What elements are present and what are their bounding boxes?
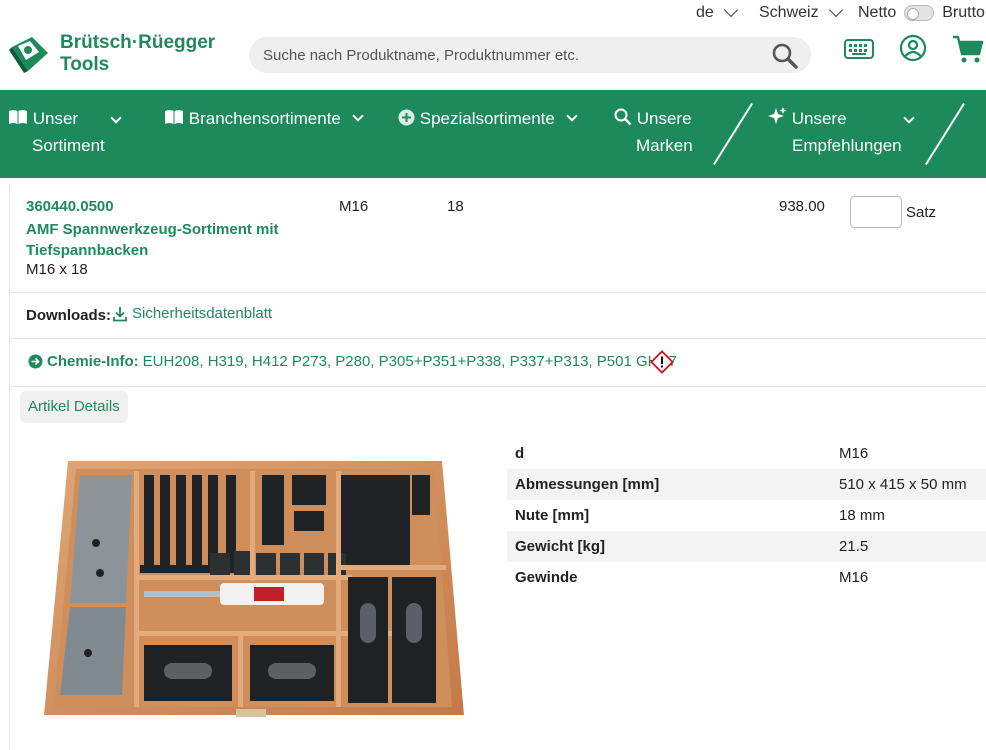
utility-bar: de Schweiz Netto Brutto <box>0 0 986 28</box>
unit-label: Satz <box>906 204 937 221</box>
spec-value: M16 <box>839 569 869 586</box>
main-navigation: Unser Sortiment Branchensortimente Spezi… <box>0 90 986 178</box>
nav-item-unsere-marken[interactable]: Unsere Marken <box>614 105 693 159</box>
spec-key: Gewinde <box>515 569 578 586</box>
toggle-switch[interactable] <box>904 5 935 21</box>
plus-circle-icon <box>398 109 415 126</box>
nav-label: Unsere <box>791 109 847 128</box>
chevron-down-icon <box>351 110 364 122</box>
nav-label: Marken <box>636 136 693 155</box>
spec-value: 18 mm <box>839 507 885 524</box>
nav-label: Empfehlungen <box>792 136 902 155</box>
nav-label: Branchensortimente <box>188 109 341 128</box>
arrow-right-circle-icon <box>28 354 43 369</box>
spec-row: Gewinde M16 <box>507 562 986 593</box>
nav-item-unser-sortiment[interactable]: Unser Sortiment <box>8 105 105 159</box>
chevron-down-icon <box>565 110 578 122</box>
chemie-text: EUH208, H319, H412 P273, P280, P305+P351… <box>142 353 677 370</box>
keyboard-icon[interactable] <box>844 38 874 60</box>
nav-divider <box>713 102 753 166</box>
nav-label: Unsere <box>636 109 692 128</box>
brand-name: Brütsch·Rüegger <box>60 32 216 53</box>
language-value: de <box>696 4 714 21</box>
price-value: 938.00 <box>779 198 825 215</box>
brutto-label: Brutto <box>942 4 985 21</box>
product-row: 360440.0500 AMF Spannwerkzeug-Sortiment … <box>10 185 986 293</box>
sparkle-icon <box>768 107 787 124</box>
spec-key: Nute [mm] <box>515 507 590 524</box>
user-account-icon[interactable] <box>899 34 927 62</box>
cart-icon[interactable] <box>952 34 984 64</box>
book-icon <box>9 110 27 124</box>
spec-key: d <box>515 445 525 462</box>
product-panel: 360440.0500 AMF Spannwerkzeug-Sortiment … <box>9 185 986 750</box>
spec-table: d M16 Abmessungen [mm] 510 x 415 x 50 mm… <box>507 438 986 593</box>
product-image <box>44 461 464 717</box>
spec-value: M16 <box>839 445 869 462</box>
nav-label: Sortiment <box>32 136 105 155</box>
product-subtitle: M16 x 18 <box>26 261 88 278</box>
search-bar[interactable] <box>249 37 811 73</box>
chevron-down-icon <box>723 2 738 18</box>
logo-icon <box>9 37 48 73</box>
search-icon <box>614 108 632 126</box>
article-number[interactable]: 360440.0500 <box>26 198 114 215</box>
chevron-down-icon[interactable] <box>110 112 122 124</box>
spec-value: 21.5 <box>839 538 869 555</box>
language-select[interactable]: de <box>696 2 738 22</box>
ghs-warning-icon <box>650 350 674 374</box>
nav-item-unsere-empfehlungen[interactable]: Unsere Empfehlungen <box>768 105 902 159</box>
spec-row: Abmessungen [mm] 510 x 415 x 50 mm <box>507 469 986 500</box>
download-link-text[interactable]: Sicherheitsdatenblatt <box>132 305 272 322</box>
spec-row: d M16 <box>507 438 986 469</box>
chemie-info-row: Chemie-Info: EUH208, H319, H412 P273, P2… <box>10 339 986 387</box>
safety-datasheet-link[interactable]: Sicherheitsdatenblatt <box>112 305 272 322</box>
nav-label: Spezialsortimente <box>419 109 555 128</box>
spec-value: 510 x 415 x 50 mm <box>839 476 967 493</box>
spec-row: Gewicht [kg] 21.5 <box>507 531 986 562</box>
country-select[interactable]: Schweiz <box>759 2 843 22</box>
search-icon[interactable] <box>771 42 799 70</box>
search-input[interactable] <box>249 37 749 73</box>
price-mode-toggle[interactable]: Netto Brutto <box>858 4 985 22</box>
chevron-down-icon <box>828 2 843 18</box>
download-icon <box>113 306 127 321</box>
spec-key: Gewicht [kg] <box>515 538 606 555</box>
downloads-row: Downloads: Sicherheitsdatenblatt <box>10 293 986 339</box>
spec-row: Nute [mm] 18 mm <box>507 500 986 531</box>
slot-value: 18 <box>447 198 464 215</box>
downloads-label: Downloads: <box>26 307 111 324</box>
chemie-label: Chemie-Info: <box>47 353 139 370</box>
chevron-down-icon[interactable] <box>903 112 915 124</box>
tab-artikel-details[interactable]: Artikel Details <box>20 391 128 423</box>
nav-item-branchensortimente[interactable]: Branchensortimente <box>164 105 364 132</box>
book-icon <box>165 110 183 124</box>
nav-item-spezialsortimente[interactable]: Spezialsortimente <box>398 105 578 132</box>
nav-divider <box>925 102 965 166</box>
country-value: Schweiz <box>759 4 819 21</box>
thread-value: M16 <box>339 198 369 215</box>
nav-label: Unser <box>32 109 79 128</box>
quantity-input[interactable] <box>850 196 902 228</box>
netto-label: Netto <box>858 4 897 21</box>
brand-subname: Tools <box>60 54 110 75</box>
spec-key: Abmessungen [mm] <box>515 476 660 493</box>
product-name[interactable]: AMF Spannwerkzeug-Sortiment mit Tiefspan… <box>26 219 286 261</box>
brand-logo[interactable]: Brütsch·Rüegger Tools <box>8 32 215 76</box>
